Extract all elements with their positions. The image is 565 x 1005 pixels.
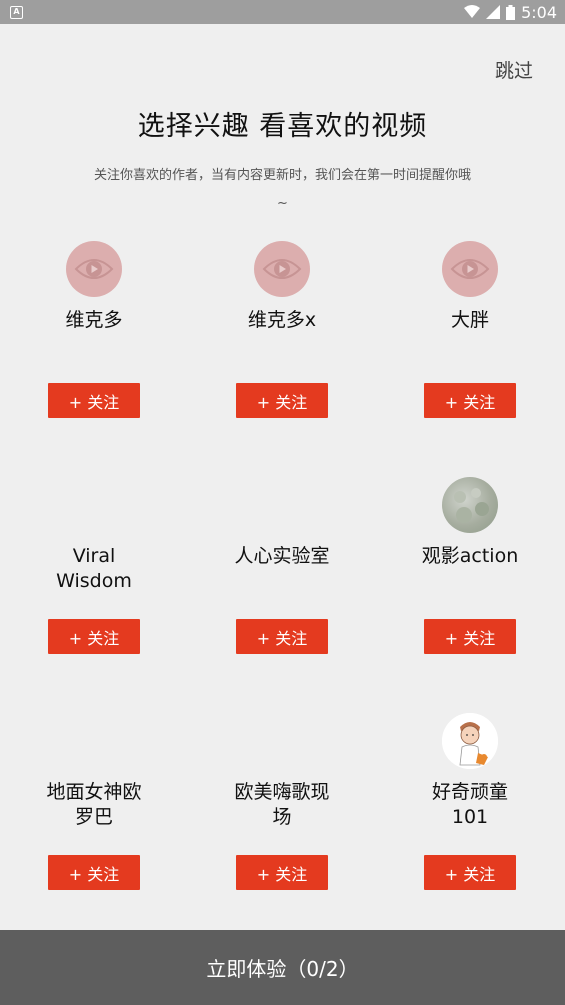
author-card: 观影action + 关注 xyxy=(376,472,564,708)
author-name: 地面女神欧 罗巴 xyxy=(46,781,142,828)
author-avatar[interactable] xyxy=(442,241,498,297)
subtitle-tilde: ~ xyxy=(277,196,288,211)
author-card: 欧美嗨歌现 场 + 关注 xyxy=(188,708,376,944)
eye-icon xyxy=(450,259,490,279)
follow-button[interactable]: + 关注 xyxy=(48,855,140,890)
crowd-photo-icon xyxy=(454,488,489,523)
cartoon-kid-icon xyxy=(442,713,498,769)
follow-button[interactable]: + 关注 xyxy=(424,383,516,418)
follow-button[interactable]: + 关注 xyxy=(236,383,328,418)
author-avatar-cartoon[interactable] xyxy=(442,713,498,769)
author-name: 维克多 xyxy=(65,309,123,331)
author-card: 地面女神欧 罗巴 + 关注 xyxy=(0,708,188,944)
notification-a-icon: A xyxy=(10,5,23,19)
author-name: 观影action xyxy=(421,545,519,567)
author-name: 人心实验室 xyxy=(234,545,330,567)
signal-icon xyxy=(486,5,501,19)
follow-button[interactable]: + 关注 xyxy=(236,619,328,654)
page-subtitle: 关注你喜欢的作者，当有内容更新时，我们会在第一时间提醒你哦 ~ xyxy=(50,162,515,218)
follow-button[interactable]: + 关注 xyxy=(424,855,516,890)
status-bar: A 5:04 xyxy=(0,0,565,24)
eye-icon xyxy=(262,259,302,279)
page-title: 选择兴趣 看喜欢的视频 xyxy=(137,111,428,142)
author-name: 维克多x xyxy=(247,309,317,331)
author-avatar-photo[interactable] xyxy=(442,477,498,533)
author-card: 人心实验室 + 关注 xyxy=(188,472,376,708)
eye-icon xyxy=(74,259,114,279)
author-card: 维克多 + 关注 xyxy=(0,236,188,472)
author-avatar[interactable] xyxy=(254,241,310,297)
author-card: 大胖 + 关注 xyxy=(376,236,564,472)
follow-button[interactable]: + 关注 xyxy=(48,383,140,418)
battery-icon xyxy=(506,4,516,20)
wifi-icon xyxy=(464,5,481,18)
author-card: 好奇顽童 101 + 关注 xyxy=(376,708,564,944)
author-card: Viral Wisdom + 关注 xyxy=(0,472,188,708)
author-avatar[interactable] xyxy=(66,241,122,297)
author-card: 维克多x + 关注 xyxy=(188,236,376,472)
subtitle-line: 关注你喜欢的作者，当有内容更新时，我们会在第一时间提醒你哦 xyxy=(93,168,471,183)
author-name: 大胖 xyxy=(450,309,489,331)
author-name: 欧美嗨歌现 场 xyxy=(234,781,330,828)
skip-button[interactable]: 跳过 xyxy=(495,56,533,83)
author-name: Viral Wisdom xyxy=(56,545,132,592)
follow-button[interactable]: + 关注 xyxy=(48,619,140,654)
follow-button[interactable]: + 关注 xyxy=(236,855,328,890)
author-name: 好奇顽童 101 xyxy=(431,781,508,828)
follow-button[interactable]: + 关注 xyxy=(424,619,516,654)
experience-now-button[interactable]: 立即体验（0/2） xyxy=(0,930,565,1005)
status-time: 5:04 xyxy=(521,2,557,22)
